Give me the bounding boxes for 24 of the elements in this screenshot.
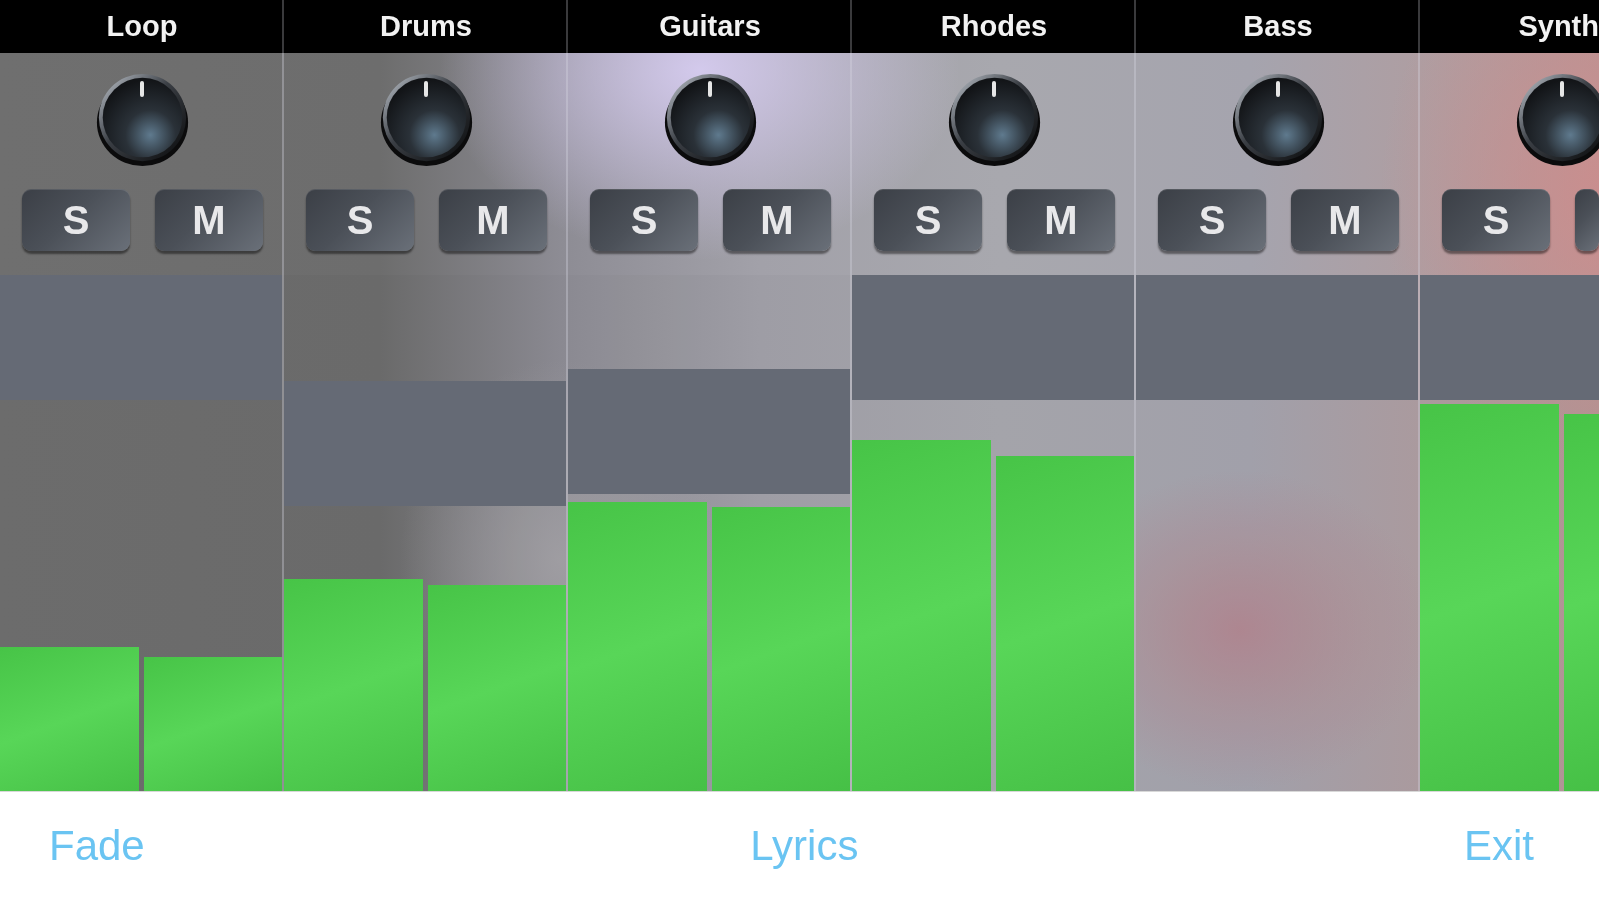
- mute-button[interactable]: M: [439, 189, 547, 251]
- fader-handle[interactable]: [568, 368, 850, 494]
- mute-button[interactable]: M: [1007, 189, 1115, 251]
- fader-handle[interactable]: [284, 380, 566, 506]
- fader-handle[interactable]: [1136, 275, 1418, 400]
- mute-button[interactable]: [1575, 189, 1599, 251]
- mute-button[interactable]: M: [155, 189, 263, 251]
- mute-button[interactable]: M: [1291, 189, 1399, 251]
- solo-button[interactable]: S: [1158, 189, 1266, 251]
- channel-name: Drums: [380, 10, 472, 43]
- channel-name: Bass: [1243, 10, 1313, 43]
- solo-button[interactable]: S: [22, 189, 130, 251]
- fader-handle[interactable]: [852, 275, 1134, 400]
- channel-name: Synth: [1518, 10, 1599, 43]
- solo-button[interactable]: S: [590, 189, 698, 251]
- channel-name: Rhodes: [940, 10, 1048, 43]
- channel-name: Loop: [106, 10, 178, 43]
- fader-handle[interactable]: [0, 275, 282, 400]
- solo-button[interactable]: S: [306, 189, 414, 251]
- solo-button[interactable]: S: [1442, 189, 1550, 251]
- solo-button[interactable]: S: [874, 189, 982, 251]
- fader-handle[interactable]: [1420, 275, 1599, 400]
- channel-name: Guitars: [659, 10, 761, 43]
- mute-button[interactable]: M: [723, 189, 831, 251]
